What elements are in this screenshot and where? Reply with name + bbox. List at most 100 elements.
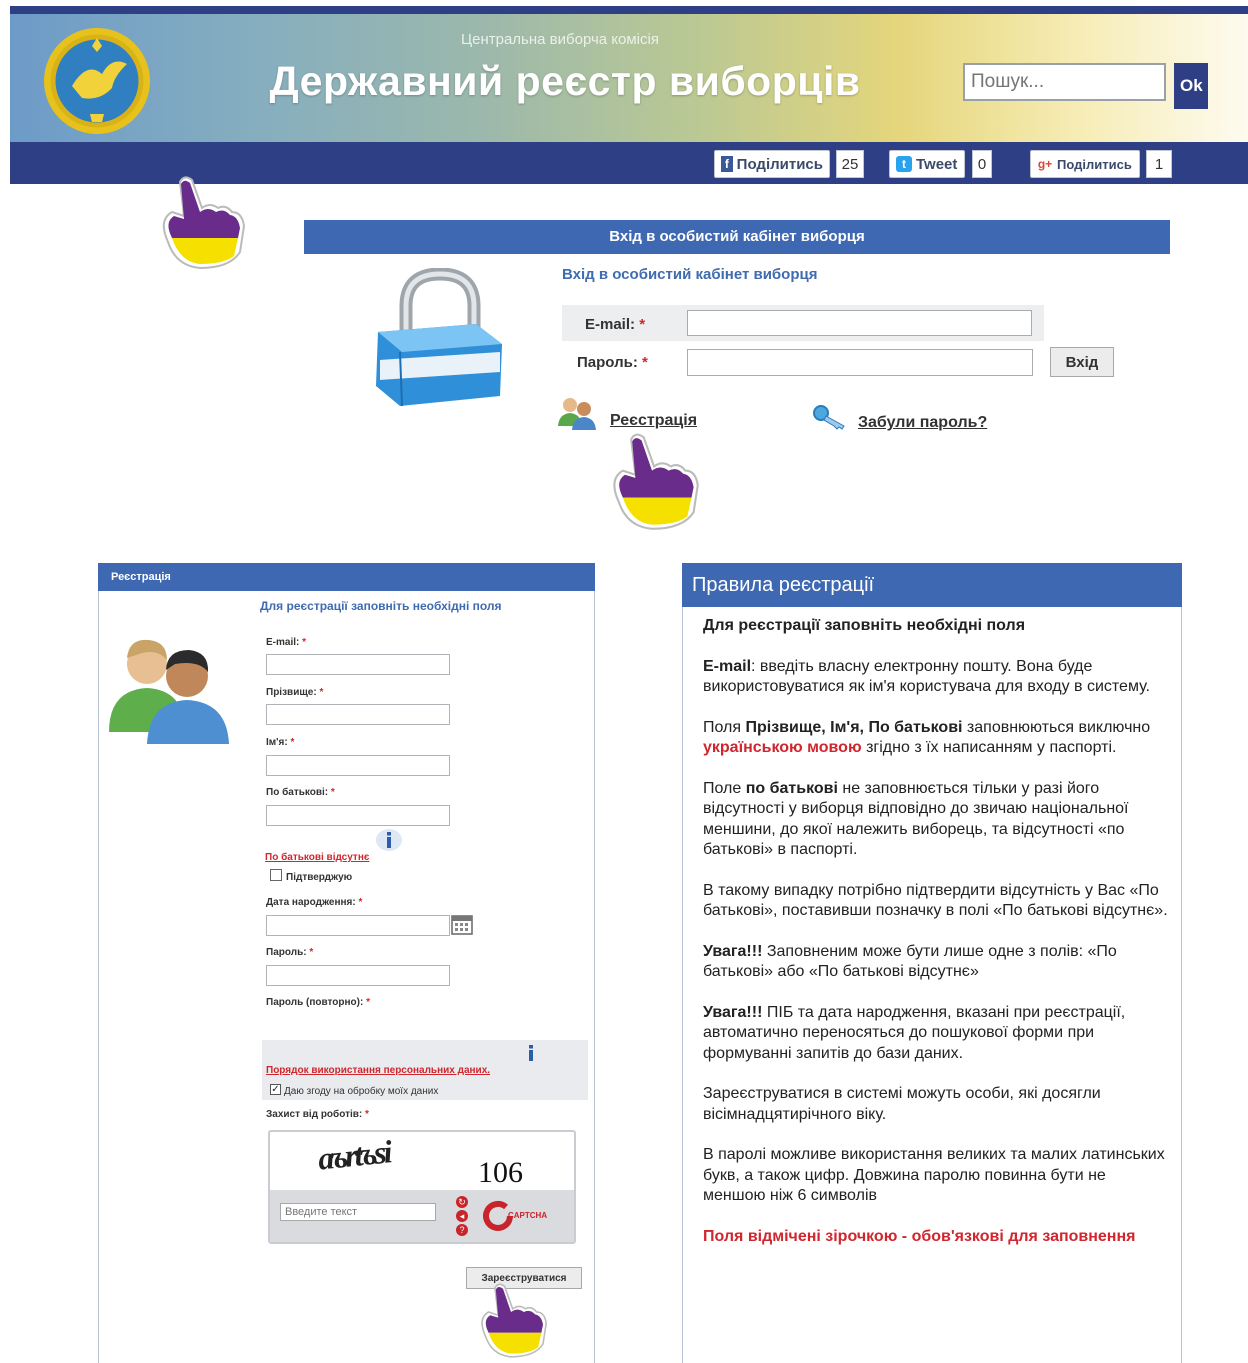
users-icon [109,639,229,744]
patronymic-absent-checkbox[interactable] [270,869,282,881]
captcha-number: 106 [478,1156,523,1189]
audio-icon[interactable]: ◂ [456,1210,468,1222]
rules-paragraph-warning-2: Увага!!! ПІБ та дата народження, вказані… [703,1003,1168,1065]
captcha-brand: CAPTCHA [508,1211,548,1220]
login-password-field[interactable] [687,349,1033,376]
registration-password-field[interactable] [266,965,450,986]
required-star: * [309,947,314,958]
rules-heading: Для реєстрації заповніть необхідні поля [703,617,1026,634]
rules-names-fields: Прізвище, Ім'я, По батькові [745,718,963,736]
birthdate-label: Дата народження: * [266,897,362,908]
registration-email-field[interactable] [266,654,450,675]
users-icon [558,398,596,430]
key-icon [813,405,845,430]
patronymic-field[interactable] [266,805,450,826]
facebook-icon: f [721,156,733,172]
rules-email-text: : введіть власну електронну пошту. Вона … [703,657,1150,696]
required-star: * [639,316,646,333]
patronymic-label-text: По батькові: [266,787,329,798]
rules-paragraph-warning-1: Увага!!! Заповненим може бути лише одне … [703,942,1168,983]
required-star: * [365,1109,369,1120]
tweet-label: Tweet [916,155,958,173]
birthdate-field[interactable] [266,915,450,936]
required-star: * [290,737,295,748]
refresh-icon[interactable]: ↻ [456,1196,468,1208]
commission-name: Центральна виборча комісія [461,31,659,48]
facebook-share-count: 25 [836,150,864,178]
login-panel-header: Вхід в особистий кабінет виборця [304,220,1170,254]
captcha-label-text: Захист від роботів: [266,1109,363,1120]
facebook-share-button[interactable]: f Поділитись [714,150,830,178]
rules-names-b: заповнюються виключно [962,718,1151,736]
surname-field[interactable] [266,704,450,725]
consent-label: Даю згоду на обробку моїх даних [284,1086,439,1097]
required-star: * [642,354,648,371]
gplus-share-button[interactable]: g+ Поділитись [1030,150,1140,178]
patronymic-absent-link[interactable]: По батькові відсутнє [265,852,369,863]
login-password-label: Пароль: * [577,354,648,371]
required-star: * [330,787,335,798]
facebook-share-label: Поділитись [736,155,823,173]
rules-paragraph-email: E-mail: введіть власну електронну пошту.… [703,657,1168,698]
cvk-emblem-logo[interactable] [42,26,152,136]
login-email-field[interactable] [687,310,1032,336]
password-repeat-label: Пароль (повторно): * [266,997,370,1008]
twitter-icon: t [896,156,912,172]
calendar-icon[interactable] [451,913,473,935]
gplus-share-label: Поділитись [1057,156,1132,172]
required-star: * [358,897,363,908]
rules-panel-header: Правила реєстрації [682,563,1182,607]
rules-required-note: Поля відмічені зірочкою - обов'язкові дл… [703,1227,1136,1245]
help-icon[interactable]: ? [456,1224,468,1236]
captcha-image-text: aъrtъsi [316,1133,392,1177]
rules-patronymic-term: по батькові [745,779,838,797]
patronymic-label: По батькові: * [266,787,335,798]
google-plus-icon: g+ [1037,156,1053,172]
rules-names-a: Поля [703,718,746,736]
login-password-label-text: Пароль: [577,354,638,371]
rules-text: Для реєстрації заповніть необхідні поля … [703,616,1168,1267]
registration-subtitle: Для реєстрації заповніть необхідні поля [260,599,502,613]
tweet-count: 0 [972,150,992,178]
pointing-hand-icon [481,1283,548,1358]
rules-warning-2-text: ПІБ та дата народження, вказані при реєс… [703,1003,1126,1062]
forgot-password-link[interactable]: Забули пароль? [858,414,987,432]
captcha-label: Захист від роботів: * [266,1109,369,1120]
rules-paragraph-confirm: В такому випадку потрібно підтвердити ві… [703,881,1168,920]
page-title: Державний реєстр виборців [269,58,861,104]
padlock-icon [376,268,502,407]
consent-checkbox[interactable]: ✓ [270,1084,281,1095]
required-star: * [366,997,370,1008]
name-field[interactable] [266,755,450,776]
surname-label: Прізвище: * [266,687,323,698]
email-label: E-mail: * [266,637,306,648]
login-button[interactable]: Вхід [1050,347,1114,377]
captcha-input[interactable] [280,1203,436,1221]
rules-paragraph-names: Поля Прізвище, Ім'я, По батькові заповню… [703,718,1168,759]
rules-paragraph-age: Зареєструватися в системі можуть особи, … [703,1085,1101,1123]
rules-patronymic-a: Поле [703,779,746,797]
info-icon[interactable] [519,1043,543,1063]
login-subtitle: Вхід в особистий кабінет виборця [562,266,818,283]
password-label-text: Пароль: [266,947,307,958]
pointing-hand-icon [162,176,246,270]
search-button[interactable]: Ok [1174,63,1208,109]
surname-label-text: Прізвище: [266,687,317,698]
login-email-label-text: E-mail: [585,316,636,333]
name-label-text: Ім'я: [266,737,288,748]
personal-data-policy-link[interactable]: Порядок використання персональних даних. [266,1065,490,1076]
captcha-buttons: ↻ ◂ ? [456,1196,470,1238]
password-label: Пароль: * [266,947,313,958]
info-icon[interactable] [375,828,403,852]
tweet-button[interactable]: t Tweet [889,150,965,178]
pointing-hand-icon [613,433,699,530]
gplus-share-count: 1 [1146,150,1172,178]
rules-paragraph-patronymic: Поле по батькові не заповнюється тільки … [703,779,1168,861]
rules-warning-1-term: Увага!!! [703,942,763,960]
password-repeat-label-text: Пароль (повторно): [266,997,364,1008]
search-input[interactable] [963,63,1166,101]
registration-panel-header: Реєстрація [98,563,595,591]
rules-names-language: українською мовою [703,739,862,756]
top-rule [10,6,1248,14]
rules-warning-1-text: Заповненим може бути лише одне з полів: … [703,942,1117,981]
